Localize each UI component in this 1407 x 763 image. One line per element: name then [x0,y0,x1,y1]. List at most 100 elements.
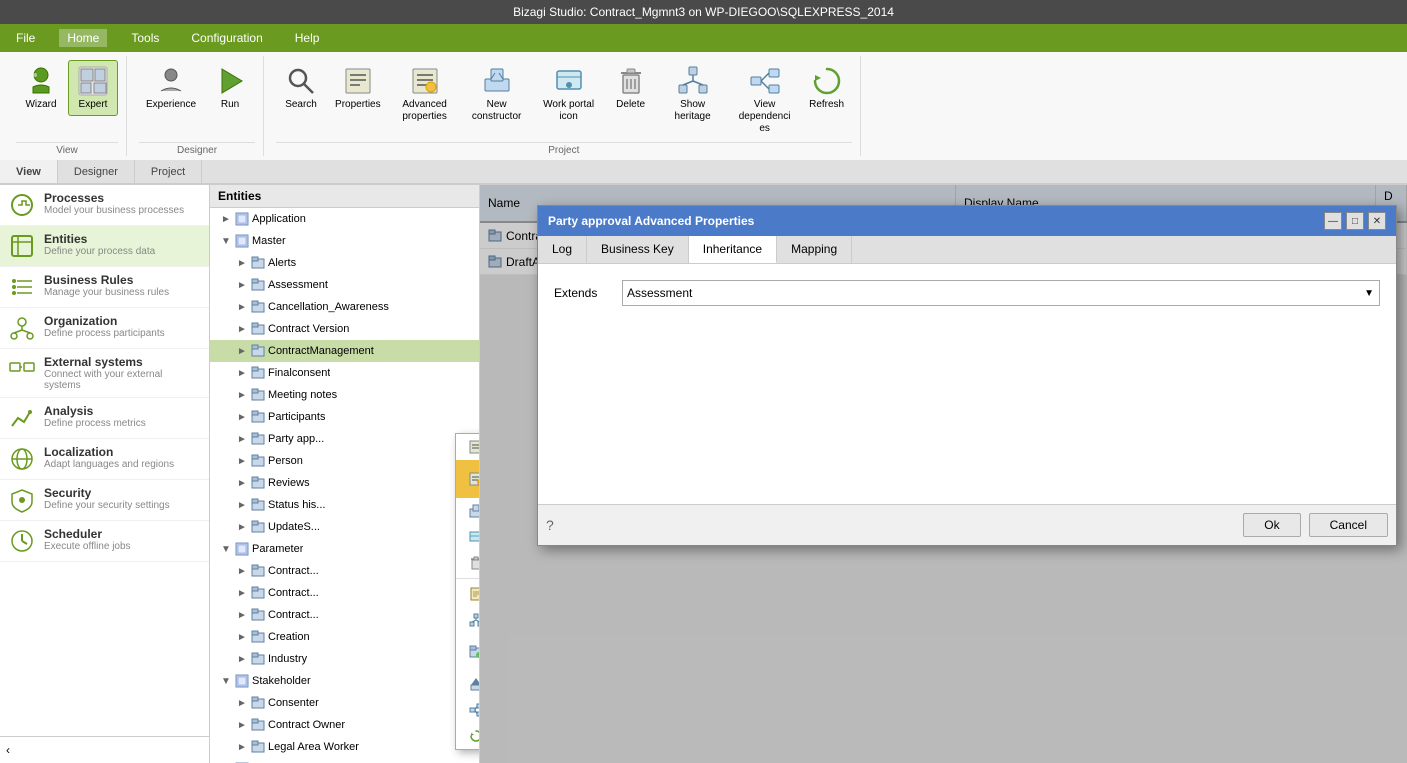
run-button[interactable]: Run [205,60,255,116]
work-portal-icon-icon [553,65,585,97]
modal-minimize-button[interactable]: — [1324,212,1342,230]
sidebar-item-entities[interactable]: Entities Define your process data [0,226,209,267]
extends-select[interactable]: Assessment None [622,280,1380,306]
contract-version-label: Contract Version [268,323,349,335]
tree-item-system[interactable]: ► System [210,758,479,763]
advanced-properties-ribbon-button[interactable]: Advanced properties [390,60,460,128]
tree-item-alerts[interactable]: ► Alerts [210,252,479,274]
section-designer[interactable]: Designer [58,160,135,183]
modal-tab-business-key[interactable]: Business Key [587,236,689,263]
tree-item-creation[interactable]: ► Creation [210,626,479,648]
sidebar-item-security[interactable]: Security Define your security settings [0,480,209,521]
menu-tools[interactable]: Tools [123,29,167,47]
ctx-work-portal-icon[interactable]: Work portal icon [456,524,480,550]
security-label: Security [44,486,170,500]
tree-item-participants[interactable]: ► Participants [210,406,479,428]
sidebar-item-scheduler[interactable]: Scheduler Execute offline jobs [0,521,209,562]
tree-item-stakeholder[interactable]: ▼ Stakeholder [210,670,479,692]
sidebar-item-organization[interactable]: Organization Define process participants [0,308,209,349]
experience-button[interactable]: Experience [139,60,203,116]
new-constructor-ribbon-button[interactable]: New constructor [462,60,532,128]
updates-label: UpdateS... [268,521,320,533]
tree-item-consenter[interactable]: ► Consenter [210,692,479,714]
section-view[interactable]: View [0,160,58,183]
modal-tab-inheritance[interactable]: Inheritance [689,236,777,263]
modal-ok-button[interactable]: Ok [1243,513,1300,537]
modal-help-icon[interactable]: ? [546,517,554,533]
assessment-label: Assessment [268,279,328,291]
expert-button[interactable]: Expert [68,60,118,116]
sidebar-item-analysis[interactable]: Analysis Define process metrics [0,398,209,439]
tree-item-cancellation[interactable]: ► Cancellation_Awareness [210,296,479,318]
tree-item-application[interactable]: ► Application [210,208,479,230]
expand-creation: ► [234,632,250,643]
modal-tab-log[interactable]: Log [538,236,587,263]
tree-item-contract-version[interactable]: ► Contract Version [210,318,479,340]
tree-item-legal-area-worker[interactable]: ► Legal Area Worker [210,736,479,758]
tree-item-status-his[interactable]: ► Status his... [210,494,479,516]
sidebar-item-processes[interactable]: Processes Model your business processes [0,185,209,226]
tree-item-master[interactable]: ▼ Master [210,230,479,252]
expand-alerts: ► [234,258,250,269]
tree-item-finalconsent[interactable]: ► Finalconsent [210,362,479,384]
modal-tabs: Log Business Key Inheritance Mapping [538,236,1396,264]
tree-item-parameter[interactable]: ▼ Parameter [210,538,479,560]
menu-help[interactable]: Help [287,29,328,47]
menu-home[interactable]: Home [59,29,107,47]
work-portal-icon-ribbon-button[interactable]: Work portal icon [534,60,604,128]
menu-configuration[interactable]: Configuration [183,29,270,47]
ctx-xml-schemas[interactable]: Xml Schemas [456,581,480,607]
show-heritage-ribbon-button[interactable]: Show heritage [658,60,728,128]
sidebar-item-business-rules[interactable]: Business Rules Manage your business rule… [0,267,209,308]
tree-item-contract-owner[interactable]: ► Contract Owner [210,714,479,736]
tree-item-person[interactable]: ► Person [210,450,479,472]
expert-icon [77,65,109,97]
wizard-button[interactable]: Wizard [16,60,66,116]
ctx-view-dependencies[interactable]: View dependencies [456,697,480,723]
search-ribbon-button[interactable]: Search [276,60,326,116]
tree-item-party-app[interactable]: ► Party app... [210,428,479,450]
modal-footer: ? Ok Cancel [538,504,1396,545]
ctx-new-constructor[interactable]: New constructor [456,498,480,524]
expand-person: ► [234,456,250,467]
entities-icon [8,232,36,260]
tree-header-label: Entities [218,189,261,203]
localization-label: Localization [44,445,174,459]
properties-ribbon-button[interactable]: Properties [328,60,388,116]
ctx-show-heritage[interactable]: Show heritage [456,607,480,633]
ctx-delete-icon [468,555,480,571]
ctx-refresh[interactable]: Refresh [456,723,480,749]
stakeholder-label: Stakeholder [252,675,311,687]
tree-item-contractmanagement[interactable]: ► ContractManagement [210,340,479,362]
tree-item-contract3[interactable]: ► Contract... [210,604,479,626]
sidebar-item-localization[interactable]: Localization Adapt languages and regions [0,439,209,480]
tree-item-contract2[interactable]: ► Contract... [210,582,479,604]
ribbon: Wizard Expert View Experience [0,52,1407,185]
ctx-advanced-properties[interactable]: Advanced properties [456,460,480,498]
modal-close-button[interactable]: ✕ [1368,212,1386,230]
tree-item-industry[interactable]: ► Industry [210,648,479,670]
section-project[interactable]: Project [135,160,202,183]
contract1-label: Contract... [268,565,319,577]
menu-file[interactable]: File [8,29,43,47]
refresh-ribbon-button[interactable]: Refresh [802,60,852,116]
tree-item-reviews[interactable]: ► Reviews [210,472,479,494]
tree-item-meeting-notes[interactable]: ► Meeting notes [210,384,479,406]
ctx-properties[interactable]: Properties [456,434,480,460]
sidebar-item-external-systems[interactable]: External systems Connect with your exter… [0,349,209,398]
run-icon [214,65,246,97]
modal-tab-mapping[interactable]: Mapping [777,236,852,263]
tree-item-assessment[interactable]: ► Assessment [210,274,479,296]
delete-ribbon-button[interactable]: Delete [606,60,656,116]
ctx-delete[interactable]: Delete [456,550,480,576]
sidebar-collapse-btn[interactable]: ‹ [0,736,209,763]
modal-maximize-button[interactable]: □ [1346,212,1364,230]
tree-item-updates[interactable]: ► UpdateS... [210,516,479,538]
modal-cancel-button[interactable]: Cancel [1309,513,1388,537]
tree-item-contract1[interactable]: ► Contract... [210,560,479,582]
properties-ribbon-label: Properties [335,99,381,111]
ctx-set-as-process-entity[interactable]: Set as Process Entity [456,633,480,671]
view-dependencies-ribbon-button[interactable]: View dependencies [730,60,800,140]
ctx-deploy-entities[interactable]: Deploy Entities [456,671,480,697]
ctx-new-constructor-icon [468,503,480,519]
